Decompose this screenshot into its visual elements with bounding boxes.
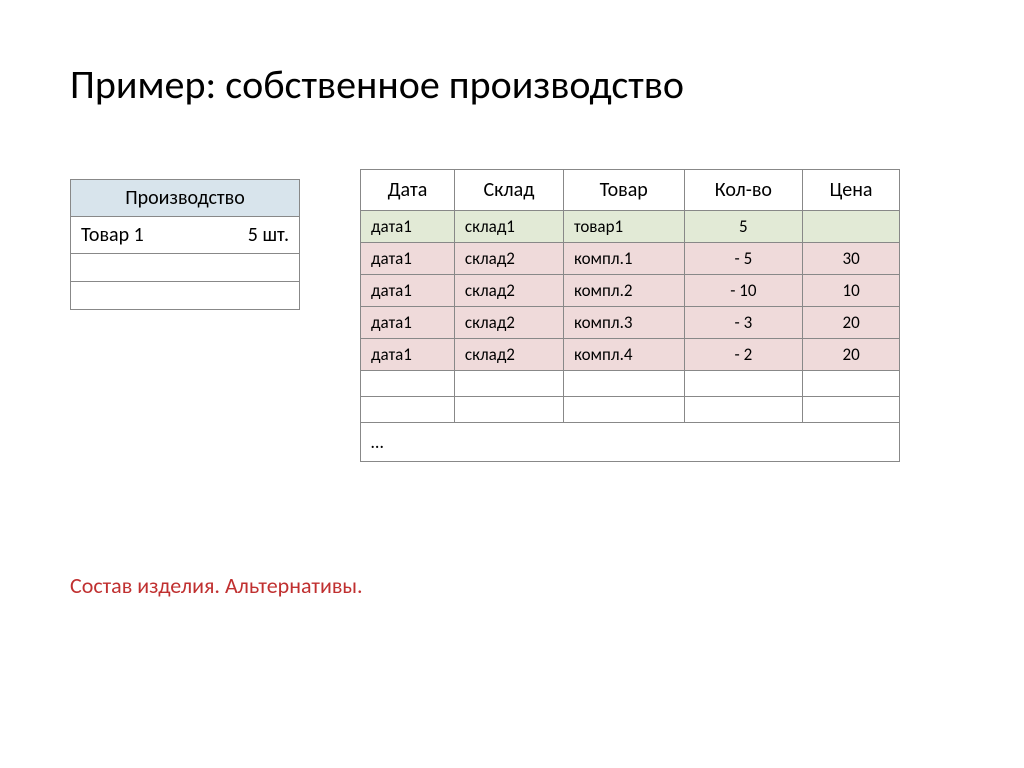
empty-cell [454,397,563,423]
cell-qty: - 10 [684,275,803,307]
cell-qty: - 2 [684,339,803,371]
cell-warehouse: склад2 [454,307,563,339]
cell-warehouse: склад1 [454,211,563,243]
table-row [71,282,300,310]
cell-qty: 5 [684,211,803,243]
detail-table: Дата Склад Товар Кол-во Цена дата1склад1… [360,169,900,462]
cell-warehouse: склад2 [454,243,563,275]
col-price: Цена [803,170,900,211]
cell-date: дата1 [361,339,455,371]
empty-cell [563,397,684,423]
cell-product: компл.1 [563,243,684,275]
table-row: дата1склад2компл.1- 530 [361,243,900,275]
table-row [71,254,300,282]
table-row [361,371,900,397]
production-table: Производство Товар 1 5 шт. [70,179,300,310]
cell-product: товар1 [563,211,684,243]
empty-cell [803,371,900,397]
col-product: Товар [563,170,684,211]
production-qty: 5 шт. [248,223,289,247]
cell-price: 30 [803,243,900,275]
table-row: Товар 1 5 шт. [71,217,300,254]
cell-price [803,211,900,243]
cell-product: компл.3 [563,307,684,339]
col-warehouse: Склад [454,170,563,211]
cell-price: 10 [803,275,900,307]
table-row [361,397,900,423]
cell-warehouse: склад2 [454,339,563,371]
empty-cell [361,397,455,423]
cell-date: дата1 [361,243,455,275]
production-header: Производство [71,180,300,217]
ellipsis-cell: … [361,423,900,462]
tables-container: Производство Товар 1 5 шт. [70,169,954,462]
cell-date: дата1 [361,275,455,307]
col-qty: Кол-во [684,170,803,211]
slide-title: Пример: собственное производство [70,60,954,109]
cell-product: компл.2 [563,275,684,307]
cell-warehouse: склад2 [454,275,563,307]
cell-qty: - 5 [684,243,803,275]
cell-price: 20 [803,307,900,339]
table-row: дата1склад1товар15 [361,211,900,243]
col-date: Дата [361,170,455,211]
empty-cell [454,371,563,397]
cell-qty: - 3 [684,307,803,339]
empty-cell [684,371,803,397]
empty-cell [684,397,803,423]
empty-cell [361,371,455,397]
production-item: Товар 1 [81,223,144,247]
table-row: дата1склад2компл.2- 1010 [361,275,900,307]
empty-cell [563,371,684,397]
cell-date: дата1 [361,307,455,339]
ellipsis-row: … [361,423,900,462]
cell-date: дата1 [361,211,455,243]
table-row: дата1склад2компл.3- 320 [361,307,900,339]
cell-price: 20 [803,339,900,371]
empty-cell [803,397,900,423]
table-row: дата1склад2компл.4- 220 [361,339,900,371]
cell-product: компл.4 [563,339,684,371]
footer-note: Состав изделия. Альтернативы. [70,572,954,599]
table-header-row: Дата Склад Товар Кол-во Цена [361,170,900,211]
